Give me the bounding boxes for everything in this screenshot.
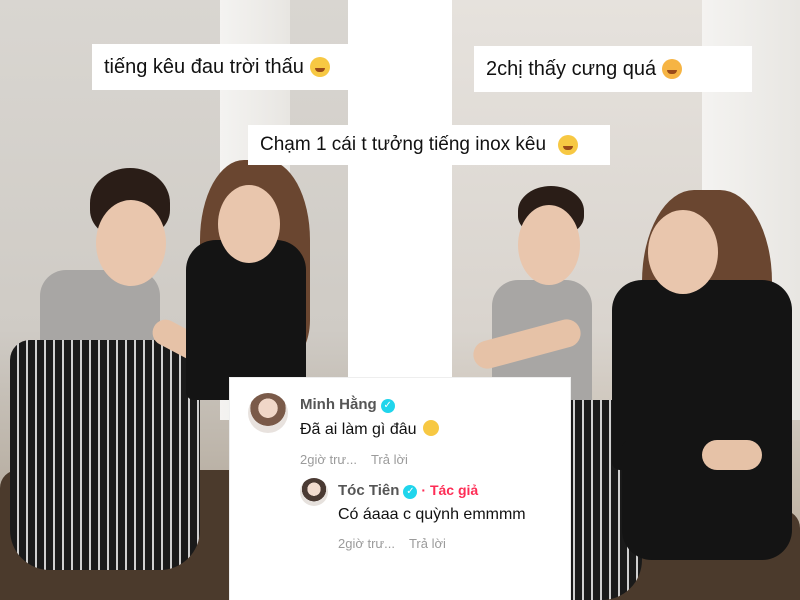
reply-button[interactable]: Trả lời bbox=[409, 536, 446, 551]
caption-inox-sound: Chạm 1 cái t tưởng tiếng inox kêu bbox=[248, 125, 610, 165]
reply-text: Có áaaa c quỳnh emmmm bbox=[338, 506, 526, 523]
caption-pain-scream: tiếng kêu đau trời thấu bbox=[92, 44, 348, 90]
rolling-laughing-emoji-icon bbox=[309, 57, 330, 77]
verified-badge-icon: ✓ bbox=[380, 399, 395, 413]
author-badge: · Tác giả bbox=[421, 482, 479, 498]
eye-roll-emoji-icon bbox=[422, 420, 439, 436]
comment-time: 2giờ trư... bbox=[300, 452, 357, 467]
caption-text: 2chị thấy cưng quá bbox=[486, 57, 657, 80]
caption-text: tiếng kêu đau trời thấu bbox=[104, 55, 304, 78]
reply-meta: 2giờ trư... Trả lời bbox=[338, 536, 460, 551]
comment-text: Đã ai làm gì đâu bbox=[300, 420, 439, 439]
hand-over-mouth-emoji-icon bbox=[558, 135, 579, 155]
smiling-hearts-emoji-icon bbox=[662, 59, 683, 79]
avatar[interactable] bbox=[300, 478, 328, 506]
caption-text: Chạm 1 cái t tưởng tiếng inox kêu bbox=[260, 134, 547, 155]
username-text: Tóc Tiên bbox=[338, 482, 400, 499]
reply-button[interactable]: Trả lời bbox=[371, 452, 408, 467]
username-text: Minh Hằng bbox=[300, 396, 377, 413]
comment-meta: 2giờ trư... Trả lời bbox=[300, 452, 422, 467]
comment-thread: Minh Hằng ✓ Đã ai làm gì đâu 2giờ trư... T… bbox=[230, 378, 570, 600]
caption-so-cute: 2chị thấy cưng quá bbox=[474, 46, 752, 92]
verified-badge-icon: ✓ bbox=[403, 485, 418, 499]
comment-time: 2giờ trư... bbox=[338, 536, 395, 551]
reply-username[interactable]: Tóc Tiên ✓ · Tác giả bbox=[338, 482, 478, 499]
avatar[interactable] bbox=[248, 393, 288, 433]
comment-username[interactable]: Minh Hằng ✓ bbox=[300, 396, 395, 413]
comment-body: Đã ai làm gì đâu bbox=[300, 421, 417, 438]
